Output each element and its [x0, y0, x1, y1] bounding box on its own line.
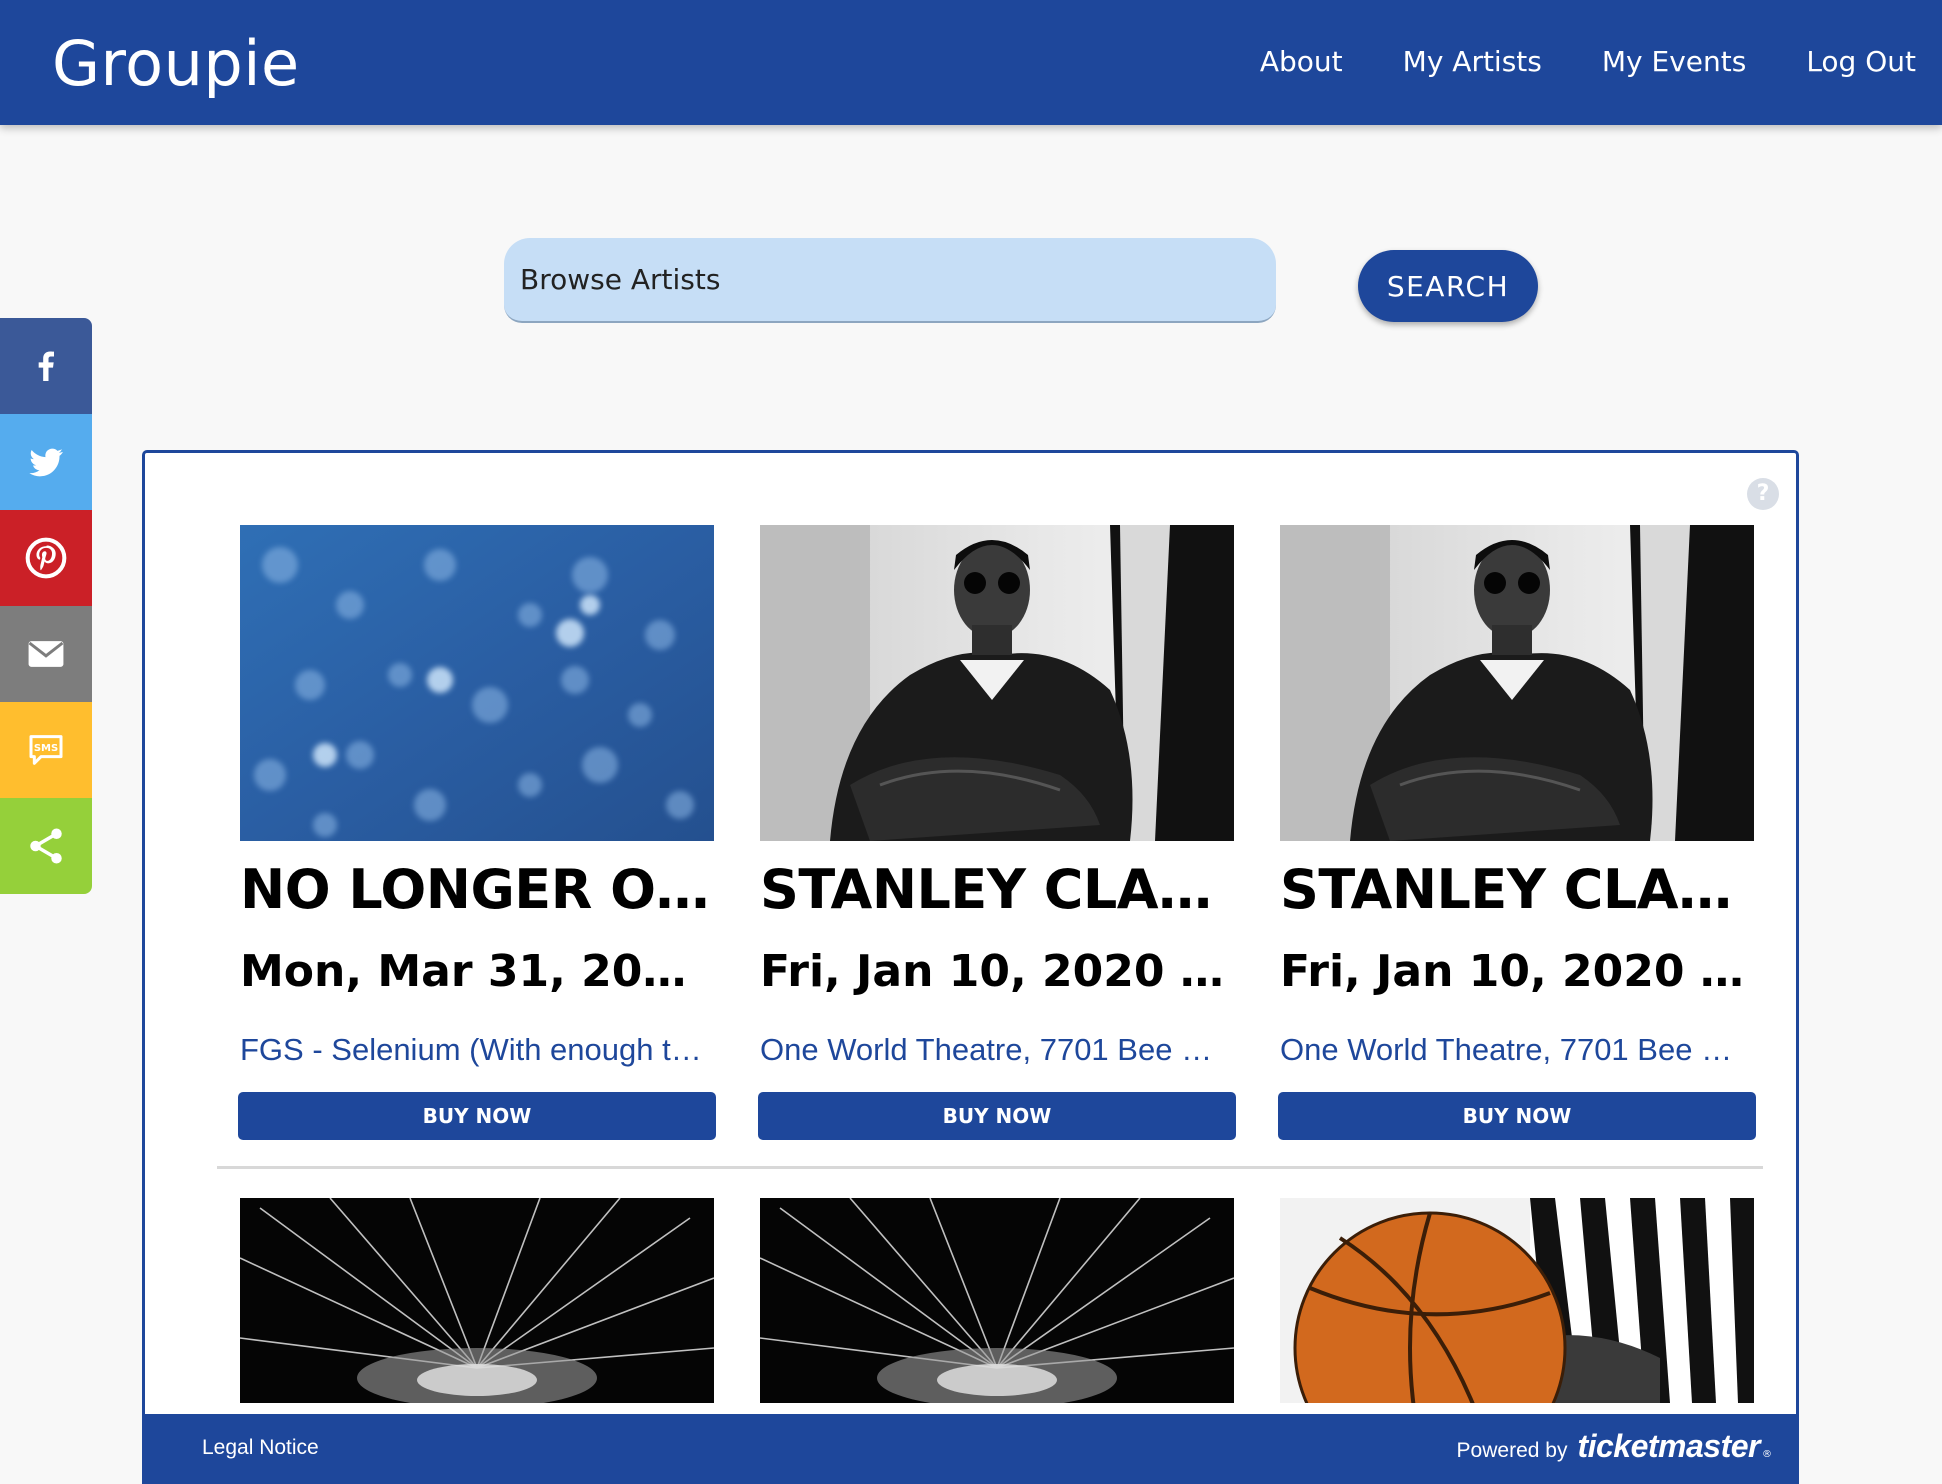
sms-share-button[interactable]: SMS: [0, 702, 92, 798]
legal-notice-link[interactable]: Legal Notice: [202, 1436, 319, 1460]
row-divider: [217, 1166, 1763, 1169]
registered-mark-icon: ®: [1762, 1449, 1772, 1460]
buy-now-button[interactable]: BUY NOW: [1278, 1092, 1756, 1140]
buy-now-button[interactable]: BUY NOW: [758, 1092, 1236, 1140]
event-image[interactable]: [1280, 525, 1754, 841]
nav-my-artists-link[interactable]: My Artists: [1403, 40, 1542, 84]
facebook-icon: [38, 351, 54, 381]
nav-my-events-link[interactable]: My Events: [1602, 40, 1746, 84]
powered-by: Powered by ticketmaster ®: [1457, 1428, 1772, 1465]
nav-about-link[interactable]: About: [1260, 40, 1343, 84]
share-icon: [30, 828, 62, 864]
ticketmaster-logo[interactable]: ticketmaster: [1577, 1428, 1760, 1465]
email-icon: [28, 641, 64, 667]
pinterest-share-button[interactable]: [0, 510, 92, 606]
top-navbar: Groupie About My Artists My Events Log O…: [0, 0, 1942, 125]
event-image[interactable]: [240, 1198, 714, 1403]
help-icon[interactable]: ?: [1747, 478, 1779, 510]
sms-icon: SMS: [29, 735, 63, 765]
event-venue[interactable]: FGS - Selenium (With enough text to be t…: [240, 1029, 714, 1071]
event-image[interactable]: [240, 525, 714, 841]
powered-by-label: Powered by: [1456, 1439, 1568, 1462]
event-name[interactable]: STANLEY CLARKE: [1280, 855, 1754, 925]
event-name[interactable]: STANLEY CLARKE: [760, 855, 1234, 925]
event-date: Fri, Jan 10, 2020 10:00 PM: [1280, 946, 1754, 997]
email-share-button[interactable]: [0, 606, 92, 702]
widget-footer: Legal Notice Powered by ticketmaster ®: [145, 1414, 1796, 1484]
event-image[interactable]: [760, 1198, 1234, 1403]
event-name[interactable]: NO LONGER OPEN FOR SALE TEST EVENT: [240, 855, 714, 925]
search-input[interactable]: [504, 238, 1276, 323]
facebook-share-button[interactable]: [0, 318, 92, 414]
main-nav: About My Artists My Events Log Out: [1260, 40, 1916, 84]
brand-logo[interactable]: Groupie: [52, 26, 300, 102]
search-button[interactable]: SEARCH: [1358, 250, 1538, 322]
buy-now-button[interactable]: BUY NOW: [238, 1092, 716, 1140]
twitter-share-button[interactable]: [0, 414, 92, 510]
pinterest-icon: [25, 537, 67, 579]
event-date: Fri, Jan 10, 2020 8:00 PM: [760, 946, 1234, 997]
event-venue[interactable]: One World Theatre, 7701 Bee Caves Road: [760, 1029, 1234, 1071]
share-sidebar: SMS: [0, 318, 92, 894]
event-image[interactable]: [1280, 1198, 1754, 1403]
event-image[interactable]: [760, 525, 1234, 841]
event-date: Mon, Mar 31, 2014 7:00 PM: [240, 946, 714, 997]
events-widget: ? NO LONGER OP Mon, Mar 31, 2014 FGS - S…: [142, 450, 1799, 1484]
event-venue[interactable]: One World Theatre, 7701 Bee Caves Road: [1280, 1029, 1754, 1071]
twitter-icon: [29, 448, 63, 477]
svg-text:SMS: SMS: [34, 743, 58, 754]
nav-log-out-link[interactable]: Log Out: [1806, 40, 1916, 84]
generic-share-button[interactable]: [0, 798, 92, 894]
